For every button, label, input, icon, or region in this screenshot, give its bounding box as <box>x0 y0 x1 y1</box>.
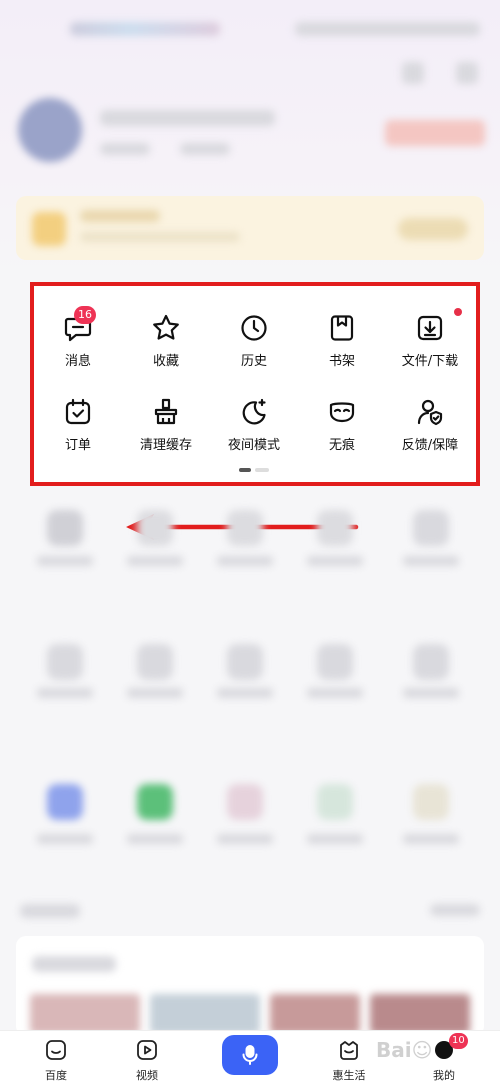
page-dot-active <box>239 468 251 472</box>
quick-item-bookshelf[interactable]: 书架 <box>298 292 386 369</box>
blurred-icon <box>317 510 353 546</box>
avatar[interactable] <box>18 98 82 162</box>
blurred-label <box>217 834 273 844</box>
broom-icon <box>154 398 178 425</box>
feed-thumbnail <box>370 994 470 1034</box>
quick-item-downloads[interactable]: 文件/下载 <box>386 292 474 369</box>
feed-thumbnail <box>30 994 140 1034</box>
quick-item-label: 文件/下载 <box>401 354 459 369</box>
download-icon <box>417 315 443 341</box>
quick-item-label: 夜间模式 <box>227 438 280 453</box>
watermark-logo: Bai☺ <box>376 1038 433 1062</box>
blurred-label <box>127 834 183 844</box>
feed-card-title <box>32 956 116 972</box>
status-bar-left <box>70 22 220 36</box>
order-icon <box>65 398 91 425</box>
user-name[interactable] <box>100 110 275 126</box>
tab-life[interactable]: 惠生活 <box>314 1031 384 1084</box>
blurred-icon <box>317 644 353 680</box>
blurred-label <box>403 688 459 698</box>
quick-item-label: 历史 <box>240 354 267 369</box>
quick-item-label: 反馈/保障 <box>401 438 459 453</box>
message-badge: 16 <box>74 306 96 324</box>
section-more[interactable] <box>430 904 480 916</box>
section-title <box>20 904 80 918</box>
mask-icon <box>329 402 355 423</box>
blurred-label <box>37 688 93 698</box>
home-icon <box>46 1040 66 1060</box>
settings-icon[interactable] <box>456 62 478 84</box>
blurred-label <box>37 834 93 844</box>
voice-search-button[interactable] <box>222 1035 278 1075</box>
quick-item-label: 收藏 <box>152 354 179 369</box>
quick-item-label: 订单 <box>64 438 91 453</box>
blurred-label <box>127 556 183 566</box>
blurred-label <box>217 688 273 698</box>
quick-item-label: 消息 <box>64 354 91 369</box>
quick-item-label: 书架 <box>328 354 355 369</box>
blurred-label <box>127 688 183 698</box>
page-dot-inactive <box>255 468 269 472</box>
blurred-label <box>307 834 363 844</box>
user-stat-2 <box>180 143 230 155</box>
blurred-app-icon <box>413 784 449 820</box>
clock-icon <box>241 315 267 341</box>
scan-icon[interactable] <box>402 62 424 84</box>
quick-functions-grid: 16 消息 收藏 历史 书架 文件/下载 订单 清理缓存 夜间模式 无痕 反馈/… <box>34 286 476 482</box>
banner-subtitle <box>80 232 240 242</box>
download-dot <box>454 308 462 316</box>
blurred-icon <box>413 644 449 680</box>
banner-button[interactable] <box>398 218 468 240</box>
tab-label: 视频 <box>136 1069 158 1082</box>
blurred-app-icon <box>317 784 353 820</box>
tab-label: 百度 <box>45 1069 67 1082</box>
life-icon <box>340 1041 358 1060</box>
blurred-label <box>307 688 363 698</box>
blurred-icon <box>227 510 263 546</box>
blurred-app-icon <box>47 784 83 820</box>
quick-item-night-mode[interactable]: 夜间模式 <box>210 376 298 453</box>
banner-title <box>80 210 160 222</box>
blurred-label <box>307 556 363 566</box>
quick-item-history[interactable]: 历史 <box>210 292 298 369</box>
blurred-icon <box>413 510 449 546</box>
star-icon <box>153 314 179 340</box>
user-shield-icon <box>417 399 443 426</box>
quick-item-feedback[interactable]: 反馈/保障 <box>386 376 474 453</box>
quick-functions-panel: 16 消息 收藏 历史 书架 文件/下载 订单 清理缓存 夜间模式 无痕 反馈/… <box>30 282 480 486</box>
bookshelf-icon <box>330 315 354 341</box>
tab-label: 惠生活 <box>332 1069 366 1082</box>
quick-item-label: 无痕 <box>328 438 355 453</box>
blurred-icon <box>47 510 83 546</box>
page-indicator <box>239 468 273 472</box>
user-stat-1 <box>100 143 150 155</box>
blurred-app-icon <box>137 784 173 820</box>
quick-item-incognito[interactable]: 无痕 <box>298 376 386 453</box>
blurred-icon <box>137 510 173 546</box>
tab-video[interactable]: 视频 <box>112 1031 182 1084</box>
quick-item-favorites[interactable]: 收藏 <box>122 292 210 369</box>
quick-item-clear-cache[interactable]: 清理缓存 <box>122 376 210 453</box>
blurred-app-icon <box>227 784 263 820</box>
blurred-icon <box>47 644 83 680</box>
tab-label: 我的 <box>433 1069 455 1082</box>
vip-button[interactable] <box>385 120 485 146</box>
feed-thumbnail <box>270 994 360 1034</box>
status-bar-right <box>295 22 480 36</box>
blurred-label <box>37 556 93 566</box>
blurred-label <box>403 834 459 844</box>
microphone-icon <box>242 1045 258 1065</box>
blurred-icon <box>227 644 263 680</box>
quick-item-messages[interactable]: 16 消息 <box>34 292 122 369</box>
blurred-label <box>217 556 273 566</box>
moon-icon <box>242 398 266 425</box>
tab-home[interactable]: 百度 <box>21 1031 91 1084</box>
feed-thumbnail <box>150 994 260 1034</box>
banner-icon <box>32 212 66 246</box>
quick-item-label: 清理缓存 <box>139 438 192 453</box>
play-icon <box>137 1040 157 1060</box>
blurred-label <box>403 556 459 566</box>
quick-item-orders[interactable]: 订单 <box>34 376 122 453</box>
blurred-icon <box>137 644 173 680</box>
